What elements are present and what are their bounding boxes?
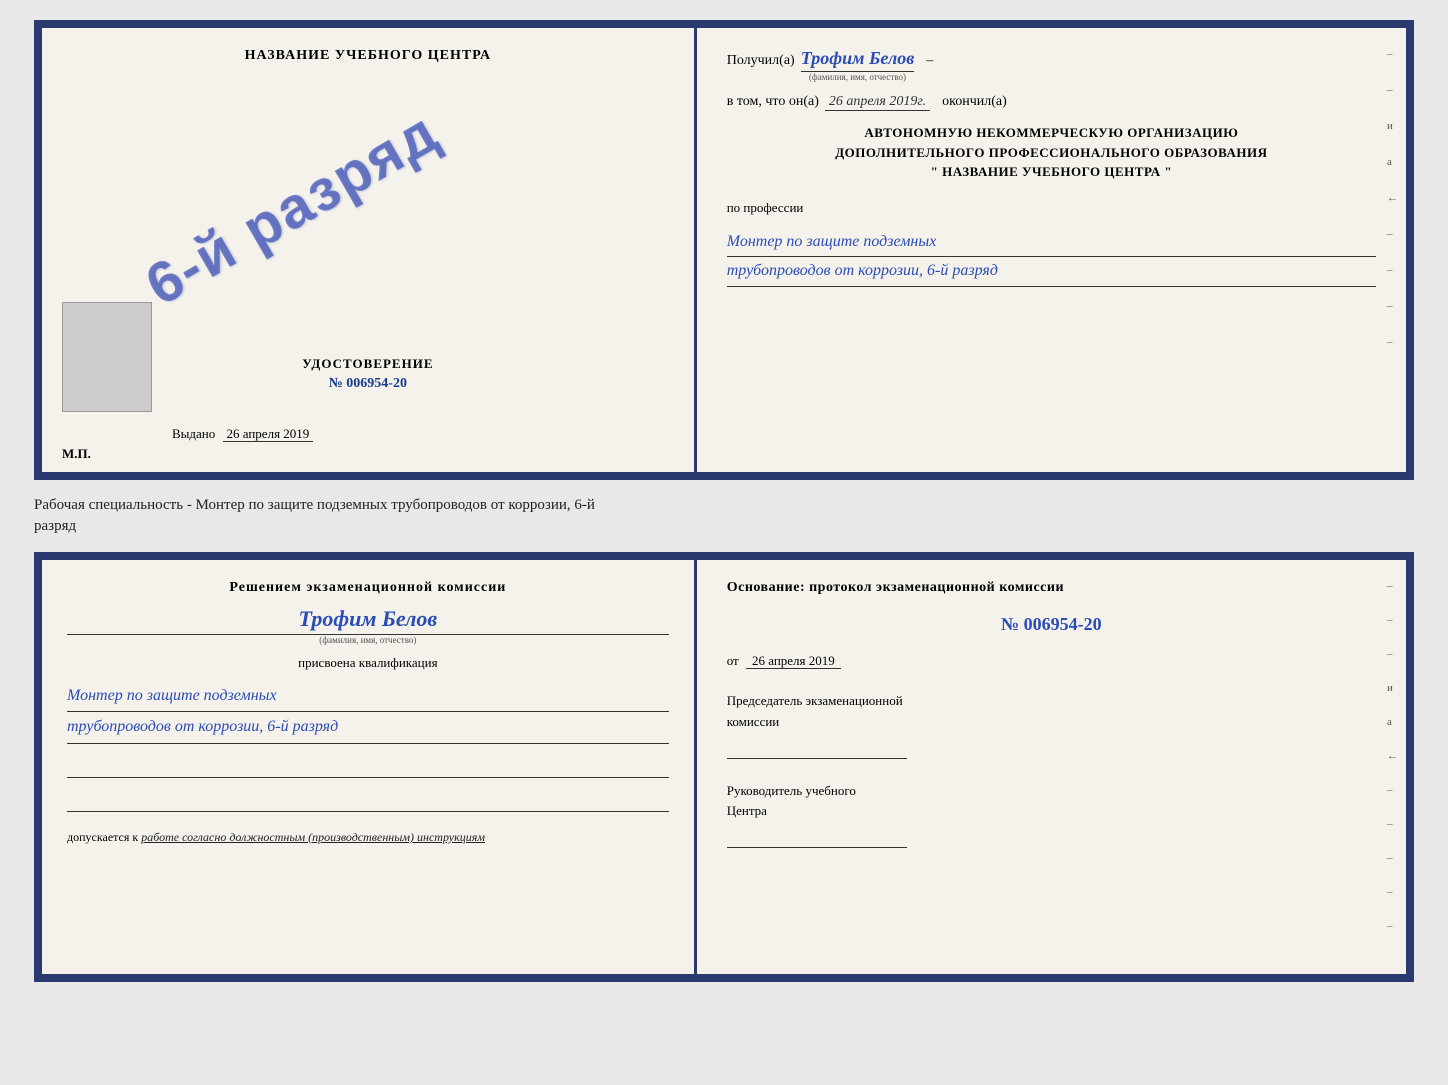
resheniem-title: Решением экзаменационной комиссии [67, 580, 669, 596]
vydano-label: Выдано [172, 426, 215, 441]
org-block: АВТОНОМНУЮ НЕКОММЕРЧЕСКУЮ ОРГАНИЗАЦИЮ ДО… [727, 123, 1376, 182]
middle-line2: разряд [34, 516, 1414, 537]
predsedatel-signature [727, 739, 907, 759]
b-mark1: – [1387, 580, 1398, 592]
right-edge-marks: – – и а ← – – – – [1387, 48, 1398, 348]
b-mark3: – [1387, 648, 1398, 660]
dopuskaetsya-value: работе согласно должностным (производств… [141, 830, 485, 844]
fio-small-top: (фамилия, имя, отчество) [809, 72, 906, 82]
b-mark9: – [1387, 852, 1398, 864]
mark2: – [1387, 84, 1398, 96]
stamp-text: 6-й разряд [134, 98, 450, 319]
udostoverenie-block: УДОСТОВЕРЕНИЕ № 006954-20 [302, 356, 433, 392]
rukovoditel-label1: Руководитель учебного [727, 781, 1376, 802]
b-mark2: – [1387, 614, 1398, 626]
poluchil-label: Получил(а) [727, 53, 795, 69]
ot-date: 26 апреля 2019 [746, 653, 841, 669]
b-mark11: – [1387, 920, 1398, 932]
poluchil-name: Трофим Белов [801, 48, 915, 72]
empty-line1 [67, 758, 669, 778]
predsedatel-label1: Председатель экзаменационной [727, 691, 1376, 712]
bottom-cert-right: Основание: протокол экзаменационной коми… [697, 560, 1406, 974]
vtom-line: в том, что он(а) 26 апреля 2019г. окончи… [727, 94, 1376, 111]
profession-block: Монтер по защите подземных трубопроводов… [727, 228, 1376, 288]
bottom-fio-block: Трофим Белов (фамилия, имя, отчество) [67, 606, 669, 645]
dopuskaetsya-label: допускается к [67, 830, 138, 844]
rukovoditel-signature [727, 828, 907, 848]
b-mark8: – [1387, 818, 1398, 830]
vtom-date: 26 апреля 2019г. [825, 94, 930, 111]
profession-line2: трубопроводов от коррозии, 6-й разряд [727, 257, 1376, 287]
mark5: ← [1387, 192, 1398, 204]
osnovanie-title: Основание: протокол экзаменационной коми… [727, 580, 1376, 596]
b-mark5: а [1387, 716, 1398, 728]
mark9: – [1387, 336, 1398, 348]
qual-line1: Монтер по защите подземных [67, 681, 669, 712]
middle-text-block: Рабочая специальность - Монтер по защите… [34, 490, 1414, 542]
qual-line2: трубопроводов от коррозии, 6-й разряд [67, 712, 669, 743]
org-line2: ДОПОЛНИТЕЛЬНОГО ПРОФЕССИОНАЛЬНОГО ОБРАЗО… [727, 143, 1376, 163]
mark3: и [1387, 120, 1398, 132]
okončil-label: окончил(а) [942, 94, 1007, 110]
predsedatel-block: Председатель экзаменационной комиссии [727, 691, 1376, 759]
profession-line1: Монтер по защите подземных [727, 228, 1376, 258]
mark6: – [1387, 228, 1398, 240]
top-cert-right: Получил(а) Трофим Белов (фамилия, имя, о… [697, 28, 1406, 472]
po-professii-label: по профессии [727, 200, 1376, 216]
b-mark7: – [1387, 784, 1398, 796]
bottom-fio-name: Трофим Белов [67, 606, 669, 635]
rukovoditel-block: Руководитель учебного Центра [727, 781, 1376, 849]
top-cert-left: НАЗВАНИЕ УЧЕБНОГО ЦЕНТРА 6-й разряд УДОС… [42, 28, 697, 472]
mark8: – [1387, 300, 1398, 312]
protocol-num: № 006954-20 [727, 614, 1376, 635]
rukovoditel-label2: Центра [727, 801, 1376, 822]
org-line1: АВТОНОМНУЮ НЕКОММЕРЧЕСКУЮ ОРГАНИЗАЦИЮ [727, 123, 1376, 143]
prisvoena-label: присвоена квалификация [67, 655, 669, 671]
mark4: а [1387, 156, 1398, 168]
top-certificate: НАЗВАНИЕ УЧЕБНОГО ЦЕНТРА 6-й разряд УДОС… [34, 20, 1414, 480]
photo-placeholder [62, 302, 152, 412]
bottom-cert-left: Решением экзаменационной комиссии Трофим… [42, 560, 697, 974]
b-mark6: ← [1387, 750, 1398, 762]
dash-top: – [926, 53, 933, 69]
mp-label: М.П. [62, 446, 91, 462]
ot-label: от [727, 653, 739, 668]
org-line3: " НАЗВАНИЕ УЧЕБНОГО ЦЕНТРА " [727, 162, 1376, 182]
mark7: – [1387, 264, 1398, 276]
middle-line1: Рабочая специальность - Монтер по защите… [34, 495, 1414, 516]
mark1: – [1387, 48, 1398, 60]
empty-line2 [67, 792, 669, 812]
udostoverenie-num: № 006954-20 [302, 376, 433, 392]
ot-line: от 26 апреля 2019 [727, 653, 1376, 669]
vydano-date: 26 апреля 2019 [223, 426, 314, 442]
b-mark4: и [1387, 682, 1398, 694]
predsedatel-label2: комиссии [727, 712, 1376, 733]
poluchil-line: Получил(а) Трофим Белов (фамилия, имя, о… [727, 48, 1376, 82]
udostoverenie-title: УДОСТОВЕРЕНИЕ [302, 356, 433, 372]
bottom-fio-small: (фамилия, имя, отчество) [67, 635, 669, 645]
qualification-block: Монтер по защите подземных трубопроводов… [67, 681, 669, 744]
bottom-right-marks: – – – и а ← – – – – – [1387, 580, 1398, 932]
dopuskaetsya-block: допускается к работе согласно должностны… [67, 830, 669, 845]
vtom-label: в том, что он(а) [727, 94, 819, 110]
b-mark10: – [1387, 886, 1398, 898]
vydano-line: Выдано 26 апреля 2019 [172, 426, 313, 442]
diagonal-stamp: 6-й разряд [114, 30, 469, 385]
top-cert-title: НАЗВАНИЕ УЧЕБНОГО ЦЕНТРА [245, 48, 491, 64]
bottom-certificate: Решением экзаменационной комиссии Трофим… [34, 552, 1414, 982]
